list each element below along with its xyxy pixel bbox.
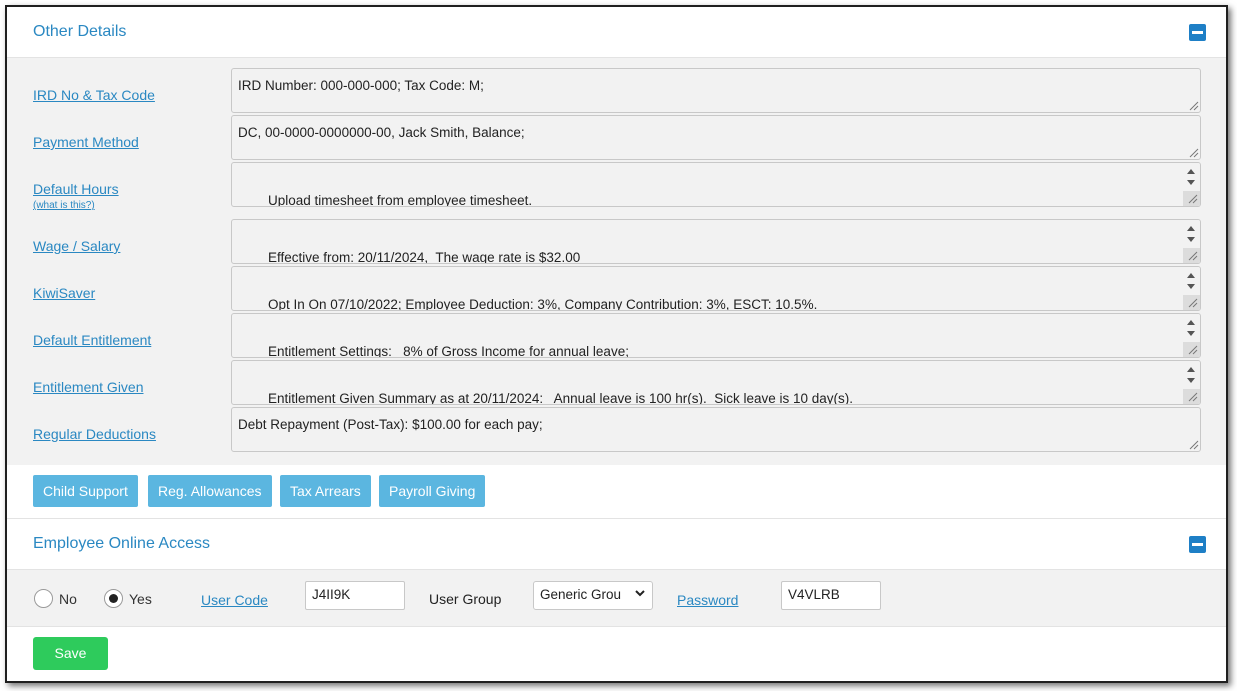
default-entitlement-text: Entitlement Settings: 8% of Gross Income… [268, 344, 629, 358]
ird-tax-code-textarea[interactable]: IRD Number: 000-000-000; Tax Code: M; [231, 68, 1201, 113]
row-wage-salary: Wage / Salary Effective from: 20/11/2024… [7, 219, 1226, 264]
resize-handle[interactable] [1183, 191, 1200, 206]
scroll-up-icon[interactable] [1187, 320, 1195, 325]
row-entitlement-given: Entitlement Given Entitlement Given Summ… [7, 360, 1226, 405]
default-hours-textarea[interactable]: Upload timesheet from employee timesheet… [231, 162, 1201, 207]
minus-icon [1192, 31, 1203, 34]
wage-salary-text: Effective from: 20/11/2024, The wage rat… [268, 250, 581, 264]
kiwisaver-text: Opt In On 07/10/2022; Employee Deduction… [268, 297, 818, 311]
resize-handle[interactable] [1183, 342, 1200, 357]
textarea-scrollbar[interactable] [1183, 220, 1200, 263]
reg-allowances-button[interactable]: Reg. Allowances [148, 475, 272, 507]
textarea-scrollbar[interactable] [1183, 361, 1200, 404]
scroll-down-icon[interactable] [1187, 378, 1195, 383]
tax-arrears-button[interactable]: Tax Arrears [280, 475, 371, 507]
default-entitlement-link[interactable]: Default Entitlement [33, 332, 151, 348]
user-code-link[interactable]: User Code [201, 592, 268, 608]
entitlement-given-link[interactable]: Entitlement Given [33, 379, 144, 395]
regular-deductions-textarea[interactable]: Debt Repayment (Post-Tax): $100.00 for e… [231, 407, 1201, 452]
child-support-button[interactable]: Child Support [33, 475, 138, 507]
row-kiwisaver: KiwiSaver Opt In On 07/10/2022; Employee… [7, 266, 1226, 311]
default-entitlement-textarea[interactable]: Entitlement Settings: 8% of Gross Income… [231, 313, 1201, 358]
default-hours-text: Upload timesheet from employee timesheet… [268, 193, 533, 207]
radio-yes-label: Yes [129, 591, 152, 607]
resize-handle[interactable] [1183, 389, 1200, 404]
regular-deductions-link[interactable]: Regular Deductions [33, 426, 156, 442]
scroll-up-icon[interactable] [1187, 226, 1195, 231]
radio-no[interactable] [34, 589, 53, 608]
row-ird-tax-code: IRD No & Tax Code IRD Number: 000-000-00… [7, 68, 1226, 113]
employee-form-panel: Other Details IRD No & Tax Code IRD Numb… [5, 5, 1228, 683]
wage-salary-link[interactable]: Wage / Salary [33, 238, 120, 254]
chevron-down-icon [634, 587, 646, 602]
save-button[interactable]: Save [33, 637, 108, 670]
resize-handle[interactable] [1188, 100, 1199, 111]
user-group-select[interactable]: Generic Grou [533, 581, 653, 610]
default-hours-link[interactable]: Default Hours [33, 181, 119, 197]
payroll-giving-button[interactable]: Payroll Giving [379, 475, 486, 507]
row-payment-method: Payment Method DC, 00-0000-0000000-00, J… [7, 115, 1226, 160]
other-details-header: Other Details [7, 7, 1226, 58]
scroll-up-icon[interactable] [1187, 273, 1195, 278]
textarea-scrollbar[interactable] [1183, 163, 1200, 206]
resize-handle[interactable] [1183, 295, 1200, 310]
user-group-value: Generic Grou [540, 587, 622, 602]
scroll-up-icon[interactable] [1187, 169, 1195, 174]
kiwisaver-textarea[interactable]: Opt In On 07/10/2022; Employee Deduction… [231, 266, 1201, 311]
resize-handle[interactable] [1188, 147, 1199, 158]
scroll-down-icon[interactable] [1187, 331, 1195, 336]
online-access-header: Employee Online Access [7, 519, 1226, 570]
user-code-input[interactable]: J4II9K [305, 581, 405, 610]
entitlement-given-text: Entitlement Given Summary as at 20/11/20… [268, 391, 854, 405]
radio-yes[interactable] [104, 589, 123, 608]
password-input[interactable]: V4VLRB [781, 581, 881, 610]
scroll-up-icon[interactable] [1187, 367, 1195, 372]
row-default-hours: Default Hours (what is this?) Upload tim… [7, 162, 1226, 211]
scroll-down-icon[interactable] [1187, 284, 1195, 289]
minus-icon [1192, 543, 1203, 546]
resize-handle[interactable] [1183, 248, 1200, 263]
scroll-down-icon[interactable] [1187, 180, 1195, 185]
entitlement-given-textarea[interactable]: Entitlement Given Summary as at 20/11/20… [231, 360, 1201, 405]
payment-method-link[interactable]: Payment Method [33, 134, 139, 150]
wage-salary-textarea[interactable]: Effective from: 20/11/2024, The wage rat… [231, 219, 1201, 264]
other-details-body: IRD No & Tax Code IRD Number: 000-000-00… [7, 58, 1226, 465]
row-default-entitlement: Default Entitlement Entitlement Settings… [7, 313, 1226, 358]
online-access-body: No Yes User Code J4II9K User Group Gener… [7, 570, 1226, 627]
textarea-scrollbar[interactable] [1183, 267, 1200, 310]
action-button-bar: Child Support Reg. Allowances Tax Arrear… [7, 465, 1226, 519]
what-is-this-link[interactable]: (what is this?) [33, 200, 95, 211]
textarea-scrollbar[interactable] [1183, 314, 1200, 357]
resize-handle[interactable] [1188, 439, 1199, 450]
user-group-label: User Group [429, 591, 502, 607]
online-access-title: Employee Online Access [33, 535, 210, 552]
payment-method-textarea[interactable]: DC, 00-0000-0000000-00, Jack Smith, Bala… [231, 115, 1201, 160]
other-details-title: Other Details [33, 23, 127, 40]
password-link[interactable]: Password [677, 592, 738, 608]
kiwisaver-link[interactable]: KiwiSaver [33, 285, 95, 301]
scroll-down-icon[interactable] [1187, 237, 1195, 242]
radio-no-label: No [59, 591, 77, 607]
collapse-other-details-button[interactable] [1189, 24, 1206, 41]
save-bar: Save [7, 627, 1226, 681]
row-regular-deductions: Regular Deductions Debt Repayment (Post-… [7, 407, 1226, 452]
collapse-online-access-button[interactable] [1189, 536, 1206, 553]
ird-tax-code-link[interactable]: IRD No & Tax Code [33, 87, 155, 103]
